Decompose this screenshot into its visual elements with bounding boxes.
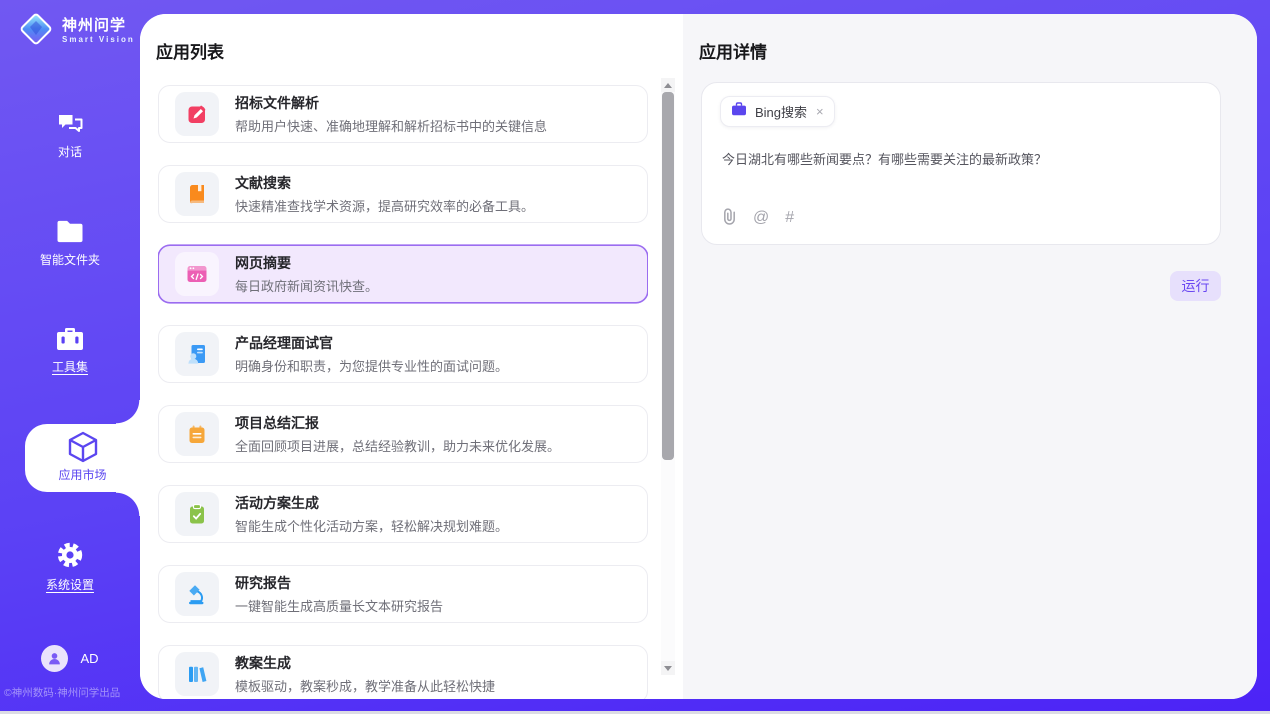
sidebar-item-label: 应用市场 [58,466,106,483]
sidebar-item-app-market[interactable]: 应用市场 [25,424,140,492]
app-card[interactable]: 项目总结汇报 全面回顾项目进展，总结经验教训，助力未来优化发展。 [158,405,648,463]
app-card-description: 全面回顾项目进展，总结经验教训，助力未来优化发展。 [235,436,560,455]
app-cards: 招标文件解析 帮助用户快速、准确地理解和解析招标书中的关键信息 文献搜索 快速精… [158,85,648,699]
sidebar: 神州问学 Smart Vision 对话 智能文件夹 工具集 应用市场 系统设置… [0,0,140,714]
chat-icon [56,110,85,137]
toolbox-icon [55,325,85,352]
prompt-input-card[interactable]: Bing搜索 × 今日湖北有哪些新闻要点？有哪些需要关注的最新政策？ @ # [701,82,1221,245]
sidebar-item-label: 系统设置 [46,576,94,593]
app-card-title: 招标文件解析 [235,93,547,113]
app-card-title: 教案生成 [235,653,495,673]
books-icon [175,652,219,696]
app-card-description: 模板驱动，教案秒成，教学准备从此轻松快捷 [235,676,495,695]
app-card[interactable]: 活动方案生成 智能生成个性化活动方案，轻松解决规划难题。 [158,485,648,543]
app-card-description: 明确身份和职责，为您提供专业性的面试问题。 [235,356,508,375]
tool-tag-label: Bing搜索 [755,102,807,121]
input-toolbar: @ # [722,207,794,229]
app-card-title: 文献搜索 [235,173,534,193]
cube-icon [68,432,98,462]
app-card-title: 活动方案生成 [235,493,508,513]
brand-diamond-logo-icon [18,11,54,52]
paperclip-icon[interactable] [722,207,737,229]
brand: 神州问学 Smart Vision [18,11,135,52]
app-card-description: 快速精准查找学术资源，提高研究效率的必备工具。 [235,196,534,215]
interview-icon [175,332,219,376]
browser-icon [175,252,219,296]
app-card[interactable]: 网页摘要 每日政府新闻资讯快查。 [158,245,648,303]
app-card-title: 产品经理面试官 [235,333,508,353]
app-card[interactable]: 招标文件解析 帮助用户快速、准确地理解和解析招标书中的关键信息 [158,85,648,143]
main-content: 应用列表 招标文件解析 帮助用户快速、准确地理解和解析招标书中的关键信息 文献搜… [140,14,1257,699]
prompt-text: 今日湖北有哪些新闻要点？有哪些需要关注的最新政策？ [722,149,1200,168]
app-card[interactable]: 文献搜索 快速精准查找学术资源，提高研究效率的必备工具。 [158,165,648,223]
app-card-description: 一键智能生成高质量长文本研究报告 [235,596,443,615]
briefcase-icon [731,102,747,121]
sidebar-item-system-settings[interactable]: 系统设置 [0,540,140,590]
book-icon [175,172,219,216]
app-card-description: 每日政府新闻资讯快查。 [235,276,378,295]
sidebar-item-smart-folders[interactable]: 智能文件夹 [0,218,140,268]
scrollbar-thumb[interactable] [662,92,674,460]
tool-tag-bing-search[interactable]: Bing搜索 × [720,96,835,127]
app-card-title: 研究报告 [235,573,443,593]
sidebar-item-label: 工具集 [52,358,88,375]
app-card-description: 智能生成个性化活动方案，轻松解决规划难题。 [235,516,508,535]
app-card[interactable]: 教案生成 模板驱动，教案秒成，教学准备从此轻松快捷 [158,645,648,699]
clipboard-icon [175,492,219,536]
sidebar-item-label: 对话 [58,143,82,160]
sidebar-item-chat[interactable]: 对话 [0,110,140,160]
app-card-title: 网页摘要 [235,253,378,273]
app-detail-pane: 应用详情 Bing搜索 × 今日湖北有哪些新闻要点？有哪些需要关注的最新政策？ [683,14,1257,699]
gear-icon [55,540,85,570]
app-card[interactable]: 研究报告 一键智能生成高质量长文本研究报告 [158,565,648,623]
mention-icon[interactable]: @ [753,210,769,226]
hash-icon[interactable]: # [785,210,794,226]
scroll-down-arrow-icon[interactable] [661,661,675,675]
remove-tool-icon[interactable]: × [816,104,824,119]
person-icon [47,651,62,666]
microscope-icon [175,572,219,616]
scrollbar[interactable] [661,78,675,675]
copyright-footer: ©神州数码·神州问学出品 [4,685,140,700]
run-button[interactable]: 运行 [1170,271,1221,301]
app-list-pane: 应用列表 招标文件解析 帮助用户快速、准确地理解和解析招标书中的关键信息 文献搜… [140,14,683,699]
app-card[interactable]: 产品经理面试官 明确身份和职责，为您提供专业性的面试问题。 [158,325,648,383]
sidebar-item-toolset[interactable]: 工具集 [0,325,140,375]
edit-square-icon [175,92,219,136]
avatar[interactable] [41,645,68,672]
folder-icon [55,218,85,245]
app-card-title: 项目总结汇报 [235,413,560,433]
user-account[interactable]: AD [0,645,140,672]
app-list-title: 应用列表 [156,38,224,63]
brand-subtitle: Smart Vision [62,36,135,45]
app-detail-title: 应用详情 [699,38,767,63]
user-name: AD [80,651,98,666]
brand-name: 神州问学 [62,18,135,35]
sidebar-item-label: 智能文件夹 [40,251,100,268]
app-window: 神州问学 Smart Vision 对话 智能文件夹 工具集 应用市场 系统设置… [0,0,1270,714]
scroll-up-arrow-icon[interactable] [661,78,675,92]
app-card-description: 帮助用户快速、准确地理解和解析招标书中的关键信息 [235,116,547,135]
report-icon [175,412,219,456]
